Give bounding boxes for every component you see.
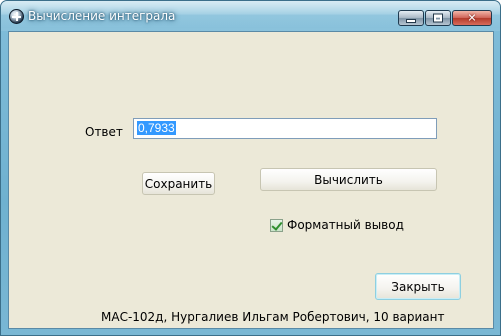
form-body: Ответ 0,7933 Сохранить Вычислить Форматн… — [8, 31, 494, 329]
close-window-button[interactable]: ✕ — [452, 10, 492, 26]
formatted-output-checkbox[interactable] — [270, 218, 283, 232]
formatted-output-option[interactable]: Форматный вывод — [270, 218, 404, 232]
app-icon[interactable] — [9, 9, 24, 24]
app-window: Вычисление интеграла ✕ Ответ 0,7933 Сохр… — [0, 0, 501, 336]
maximize-icon — [434, 14, 442, 22]
maximize-button[interactable] — [425, 10, 451, 26]
title-bar[interactable]: Вычисление интеграла ✕ — [1, 1, 500, 31]
minimize-button[interactable] — [398, 10, 424, 26]
author-footer: МАС-102д, Нургалиев Ильгам Робертович, 1… — [101, 310, 445, 324]
minimize-icon — [407, 20, 415, 22]
window-controls: ✕ — [397, 10, 492, 26]
close-button[interactable]: Закрыть — [375, 273, 461, 300]
calculate-button[interactable]: Вычислить — [260, 168, 437, 191]
window-title: Вычисление интеграла — [28, 9, 176, 23]
answer-value: 0,7933 — [137, 121, 176, 135]
answer-label: Ответ — [85, 125, 123, 139]
formatted-output-label: Форматный вывод — [287, 218, 404, 232]
close-icon: ✕ — [467, 11, 477, 25]
answer-field[interactable]: 0,7933 — [133, 118, 437, 139]
save-button[interactable]: Сохранить — [142, 172, 215, 195]
